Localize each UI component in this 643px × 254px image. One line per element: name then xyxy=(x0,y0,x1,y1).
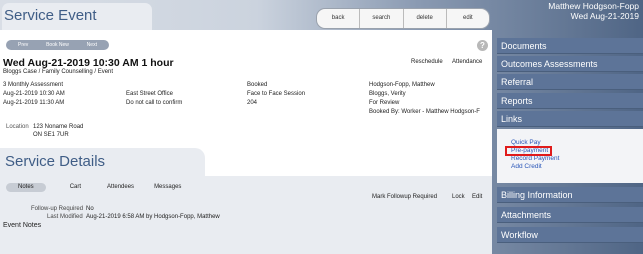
tab-messages[interactable]: Messages xyxy=(144,183,191,192)
sidebar-item-billing[interactable]: Billing Information xyxy=(497,187,643,203)
attendance-link[interactable]: Attendance xyxy=(452,59,482,65)
event-status: Booked xyxy=(247,82,268,88)
event-confirm: Do not call to confirm xyxy=(126,100,183,106)
tab-notes[interactable]: Notes xyxy=(6,183,46,192)
delete-button[interactable]: delete xyxy=(404,9,447,28)
user-name: Matthew Hodgson-Fopp xyxy=(548,1,639,11)
lock-link[interactable]: Lock xyxy=(452,194,465,200)
event-session: Face to Face Session xyxy=(247,91,306,97)
edit-button[interactable]: edit xyxy=(447,9,489,28)
edit-notes-link[interactable]: Edit xyxy=(472,194,482,200)
event-room: 204 xyxy=(247,100,258,106)
sidebar-item-links[interactable]: Links xyxy=(497,111,643,127)
prev-button[interactable]: Prev xyxy=(6,42,40,48)
book-new-button[interactable]: Book New xyxy=(40,42,74,48)
sidebar-item-reports[interactable]: Reports xyxy=(497,93,643,109)
event-office: East Street Office xyxy=(126,91,173,97)
search-button[interactable]: search xyxy=(360,9,404,28)
followup-label: Follow-up Required xyxy=(31,206,84,212)
modified-value: Aug-21-2019 6:58 AM by Hodgson-Fopp, Mat… xyxy=(86,214,220,220)
page-title: Service Event xyxy=(4,7,97,24)
details-tabs: Notes Cart Attendees Messages xyxy=(6,183,191,192)
event-booked-by: Booked By: Worker - Matthew Hodgson-F xyxy=(369,109,480,115)
sidebar-item-attachments[interactable]: Attachments xyxy=(497,207,643,223)
sidebar-item-workflow[interactable]: Workflow xyxy=(497,227,643,243)
location-label: Location xyxy=(6,124,29,130)
back-button[interactable]: back xyxy=(317,9,361,28)
link-add-credit[interactable]: Add Credit xyxy=(511,163,542,170)
help-icon[interactable]: ? xyxy=(477,40,488,51)
highlight-box xyxy=(505,146,552,156)
event-client: Bloggs, Verity xyxy=(369,91,406,97)
event-end: Aug-21-2019 11:30 AM xyxy=(3,100,65,106)
event-review: For Review xyxy=(369,100,400,106)
tab-attendees[interactable]: Attendees xyxy=(97,183,144,192)
links-panel: Quick Pay Pre-payment Record Payment Add… xyxy=(497,129,643,183)
event-nav: Prev Book New Next xyxy=(6,40,109,50)
followup-value: No xyxy=(86,206,94,212)
location-line1: 123 Noname Road xyxy=(33,124,84,130)
sidebar-item-outcomes[interactable]: Outcomes Assessments xyxy=(497,56,643,72)
top-toolbar: back search delete edit xyxy=(316,8,490,29)
sidebar-item-documents[interactable]: Documents xyxy=(497,38,643,54)
location-line2: ON SE1 7UR xyxy=(33,132,69,138)
event-worker: Hodgson-Fopp, Matthew xyxy=(369,82,435,88)
next-button[interactable]: Next xyxy=(75,42,109,48)
current-date: Wed Aug-21-2019 xyxy=(570,11,639,21)
event-datetime: Wed Aug-21-2019 10:30 AM 1 hour xyxy=(3,57,174,69)
tab-cart[interactable]: Cart xyxy=(60,183,91,192)
event-notes-label: Event Notes xyxy=(3,222,42,229)
event-type: 3 Monthly Assessment xyxy=(3,82,64,88)
event-start: Aug-21-2019 10:30 AM xyxy=(3,91,65,97)
mark-followup-link[interactable]: Mark Followup Required xyxy=(372,194,437,200)
reschedule-link[interactable]: Reschedule xyxy=(411,59,443,65)
link-record-payment[interactable]: Record Payment xyxy=(511,155,559,162)
sidebar-item-referral[interactable]: Referral xyxy=(497,74,643,90)
link-quick-pay[interactable]: Quick Pay xyxy=(511,139,541,146)
modified-label: Last Modified xyxy=(47,214,83,220)
details-title: Service Details xyxy=(5,153,106,170)
event-subtitle: Bloggs Case / Family Counselling / Event xyxy=(3,69,114,75)
